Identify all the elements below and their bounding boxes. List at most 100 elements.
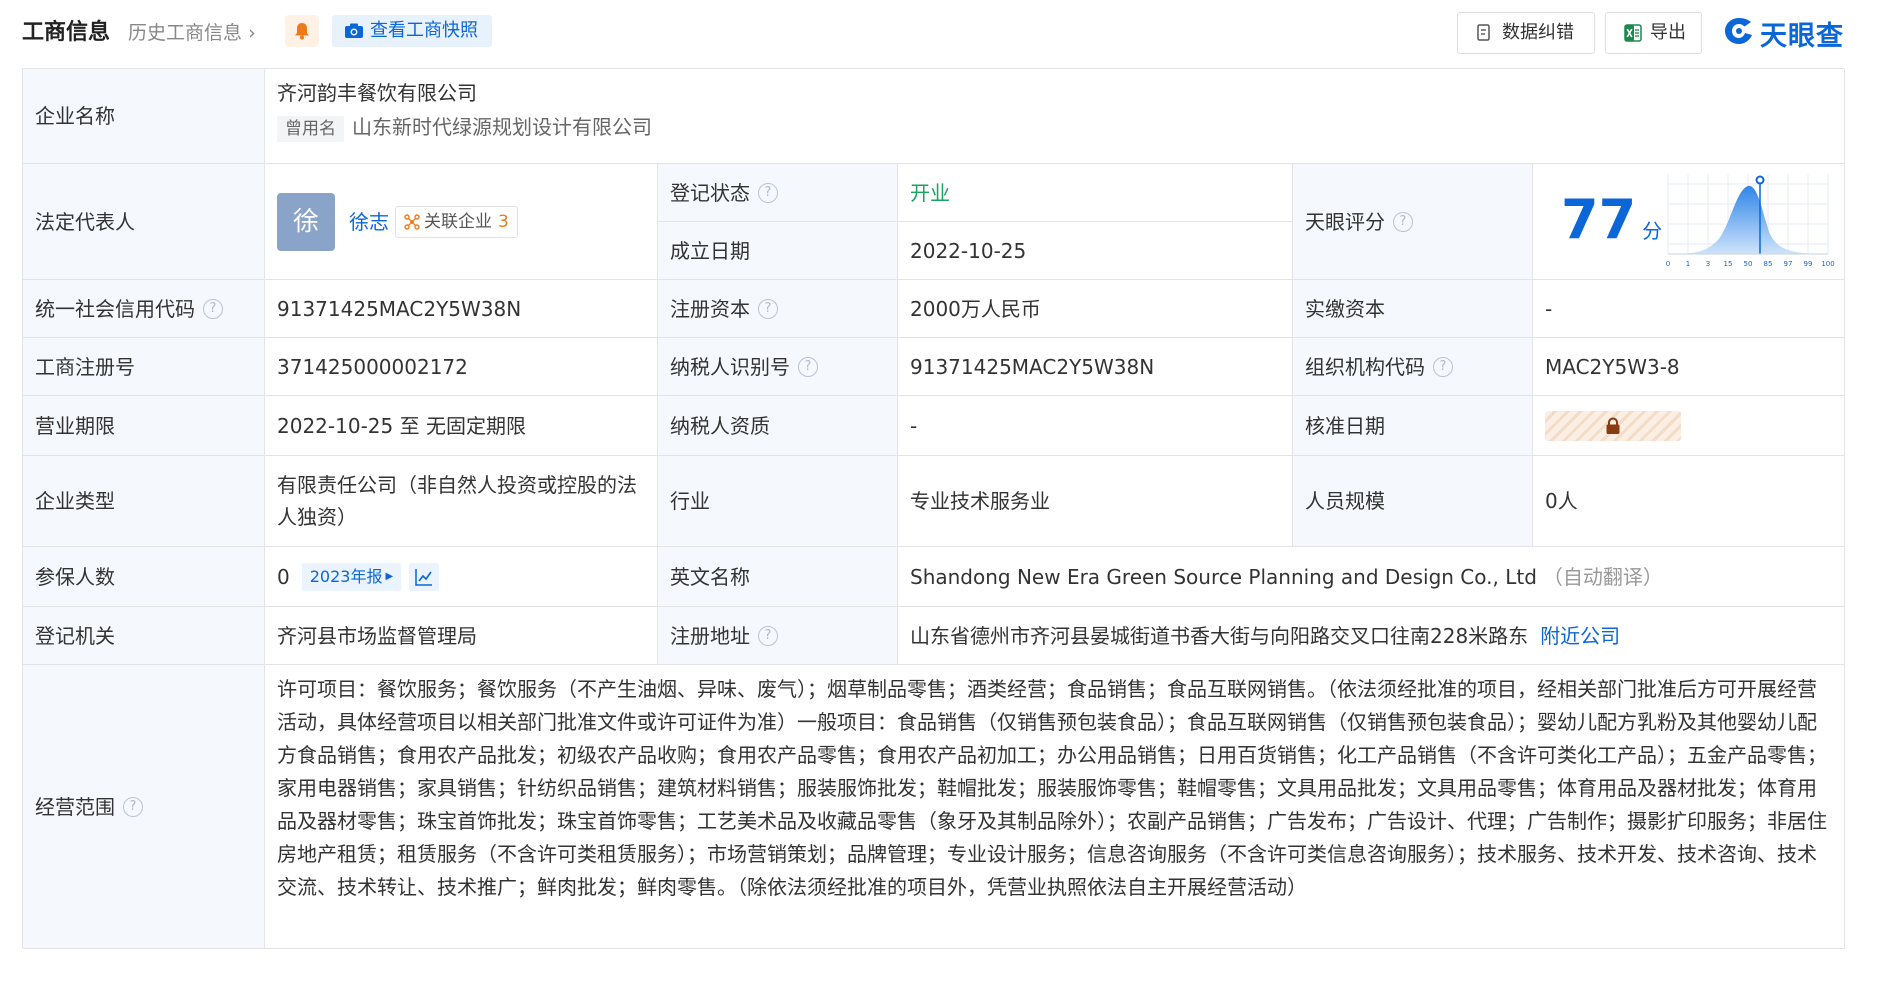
reg-no-value-cell: 371425000002172 [265,338,658,396]
term-label-cell: 营业期限 [23,396,265,456]
staff-size-label-cell: 人员规模 [1293,456,1533,547]
former-name-row: 曾用名 山东新时代绿源规划设计有限公司 [277,111,1844,143]
nearby-companies-link[interactable]: 附近公司 [1540,620,1620,652]
founded-value-cell: 2022-10-25 [898,222,1293,280]
line-chart-icon [415,568,433,586]
paid-capital-label-cell: 实缴资本 [1293,280,1533,338]
camera-icon [345,23,363,38]
follow-bell-button[interactable] [285,15,319,47]
score-unit: 分 [1642,219,1663,243]
legal-rep-avatar[interactable]: 徐 [277,192,335,251]
company-type-value: 有限责任公司（非自然人投资或控股的法人独资） [277,473,637,529]
former-name-tag: 曾用名 [277,116,344,142]
related-companies-label: 关联企业 [424,211,492,232]
industry-value: 专业技术服务业 [910,489,1050,513]
company-type-label-cell: 企业类型 [23,456,265,547]
term-value-cell: 2022-10-25 至 无固定期限 [265,396,658,456]
authority-value: 齐河县市场监督管理局 [277,623,477,648]
authority-value-cell: 齐河县市场监督管理局 [265,607,658,665]
export-button[interactable]: 导出 [1605,12,1702,54]
vip-locked-value[interactable] [1545,410,1681,441]
insured-value: 0 [277,564,290,589]
help-icon[interactable]: ? [798,356,818,377]
reg-capital-value: 2000万人民币 [910,296,1041,321]
edit-doc-icon [1477,24,1490,41]
legal-rep-label: 法定代表人 [35,209,135,234]
scope-label-cell: 经营范围? [23,665,265,949]
taxpayer-qual-value-cell: - [898,396,1293,456]
taxpayer-id-label-cell: 纳税人识别号? [658,338,898,396]
business-info-table: 企业名称 齐河韵丰餐饮有限公司 曾用名 山东新时代绿源规划设计有限公司 法定代表人… [22,68,1845,949]
english-name-value: Shandong New Era Green Source Planning a… [910,564,1537,589]
score-distribution-chart: 0 1 3 15 50 85 97 99 100 [1666,174,1835,268]
score-axis-tick: 100 [1821,260,1834,268]
industry-label: 行业 [670,489,710,513]
scope-value: 许可项目：餐饮服务；餐饮服务（不产生油烟、异味、废气）；烟草制品零售；酒类经营；… [277,677,1827,899]
help-icon[interactable]: ? [203,298,223,319]
reg-status-value-cell: 开业 [898,164,1293,222]
approve-date-label-cell: 核准日期 [1293,396,1533,456]
term-value: 2022-10-25 至 无固定期限 [277,413,526,438]
legal-rep-name-link[interactable]: 徐志 [349,206,389,238]
company-type-value-cell: 有限责任公司（非自然人投资或控股的法人独资） [265,456,658,547]
approve-date-label: 核准日期 [1305,413,1385,438]
former-name: 山东新时代绿源规划设计有限公司 [352,115,652,139]
section-header: 工商信息 历史工商信息 › 查看工商快照 数据纠错 导出 天眼查 [0,0,1887,64]
credit-code-value: 91371425MAC2Y5W38N [277,296,522,321]
help-icon[interactable]: ? [123,796,143,817]
network-icon [404,213,420,230]
score-axis-tick: 50 [1744,260,1753,268]
industry-label-cell: 行业 [658,456,898,547]
english-name-value-cell: Shandong New Era Green Source Planning a… [898,547,1845,607]
company-name: 齐河韵丰餐饮有限公司 [277,81,477,105]
view-snapshot-button[interactable]: 查看工商快照 [332,15,492,47]
taxpayer-qual-value: - [910,413,918,438]
score-axis-tick: 1 [1686,260,1690,268]
bell-icon [295,23,309,40]
section-title: 工商信息 [22,20,111,45]
annual-report-label: 2023年报 [309,566,383,586]
auto-translate-note: （自动翻译） [1542,564,1663,589]
company-name-label: 企业名称 [35,104,115,128]
score-number: 77 [1561,188,1637,251]
history-info-label: 历史工商信息 [128,22,243,44]
taxpayer-id-value-cell: 91371425MAC2Y5W38N [898,338,1293,396]
org-code-value: MAC2Y5W3-8 [1545,354,1680,379]
reg-capital-label-cell: 注册资本? [658,280,898,338]
reg-no-label-cell: 工商注册号 [23,338,265,396]
credit-code-label-cell: 统一社会信用代码? [23,280,265,338]
lock-icon [1606,416,1620,434]
help-icon[interactable]: ? [758,182,778,203]
data-correction-button[interactable]: 数据纠错 [1457,12,1595,54]
reg-address-label: 注册地址 [670,623,750,648]
scope-value-cell: 许可项目：餐饮服务；餐饮服务（不产生油烟、异味、废气）；烟草制品零售；酒类经营；… [265,665,1845,949]
help-icon[interactable]: ? [758,298,778,319]
history-info-link[interactable]: 历史工商信息 › [128,18,256,45]
org-code-label-cell: 组织机构代码? [1293,338,1533,396]
taxpayer-id-value: 91371425MAC2Y5W38N [910,354,1155,379]
score-axis-tick: 3 [1706,260,1710,268]
chevron-right-icon: › [248,22,256,44]
taxpayer-qual-label: 纳税人资质 [670,413,770,438]
reg-status-label: 登记状态 [670,180,750,205]
english-name-label-cell: 英文名称 [658,547,898,607]
help-icon[interactable]: ? [1393,211,1413,232]
credit-code-value-cell: 91371425MAC2Y5W38N [265,280,658,338]
reg-no-label: 工商注册号 [35,354,135,379]
paid-capital-value-cell: - [1533,280,1845,338]
authority-label: 登记机关 [35,623,115,648]
score-axis-tick: 0 [1666,260,1670,268]
insured-label: 参保人数 [35,564,115,589]
legal-rep-value-cell: 徐 徐志 关联企业 3 [265,164,658,280]
related-companies-button[interactable]: 关联企业 3 [395,205,518,238]
help-icon[interactable]: ? [758,625,778,646]
company-type-label: 企业类型 [35,489,115,513]
score-value-cell[interactable]: 77 分 0 1 3 15 50 85 97 99 100 [1533,164,1845,280]
annual-report-tag[interactable]: 2023年报 ▶ [301,562,402,591]
help-icon[interactable]: ? [1433,356,1453,377]
score-axis-tick: 97 [1784,260,1793,268]
staff-size-value: 0人 [1545,489,1578,513]
score-display: 77 分 [1561,190,1662,250]
trend-chart-button[interactable] [409,562,440,591]
authority-label-cell: 登记机关 [23,607,265,665]
